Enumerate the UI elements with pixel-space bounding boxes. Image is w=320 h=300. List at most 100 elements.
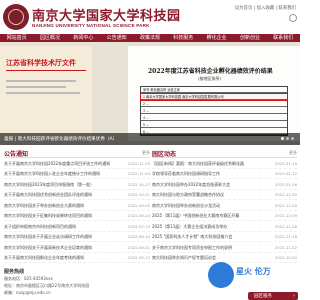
list-item[interactable]: 关于南京大学科技园专项资金申报工作的说明 2022-11-02 bbox=[152, 242, 297, 253]
list-item-title[interactable]: 南京大学科技园关于开展高新技术企业培育的通知 bbox=[4, 245, 116, 251]
list-item[interactable]: 南大科技园与地方政府签署战略合作协议 2022-12-30 bbox=[152, 190, 297, 200]
list-item-date: 2022-06-01 bbox=[127, 244, 150, 250]
banner-caption[interactable]: 喜报 | 南大科技园获评省孵化器绩效评价结果优秀（A） bbox=[4, 136, 117, 142]
chevron-right-icon: › bbox=[293, 293, 295, 299]
notice-list: 关于开展南京大学科技园2022年度重点项目评选工作的通知 2022-11-25 关于… bbox=[4, 158, 150, 263]
list-item[interactable]: 2025（第11届）中国创新创业大赛南京赛区开幕 2022-12-09 bbox=[152, 211, 297, 221]
list-item-date: 2022-10-27 bbox=[127, 181, 150, 187]
list-item-date: 2022-05-12 bbox=[127, 255, 150, 260]
list-item[interactable]: 南京大学科技园2023年度项目申报指南（第一批） 2022-10-27 bbox=[4, 179, 150, 190]
list-item[interactable]: 南京大学科技园关于开展高新技术企业培育的通知 2022-06-01 bbox=[4, 242, 150, 253]
list-item-title[interactable]: 南大科技园举办知识产权专题培训会 bbox=[152, 255, 264, 261]
list-item-title[interactable]: 南京大学科技园举办2022年度总结表彰大会 bbox=[152, 182, 264, 188]
results-table: 序号 孵化器名称 运营主体 1 南京大学国家大学科技园 南京大学科技园发展有限公… bbox=[140, 86, 288, 136]
list-item[interactable]: 南京大学科技园举办创新创业沙龙活动 2022-12-20 bbox=[152, 200, 297, 211]
list-item-date: 2023-01-06 bbox=[274, 181, 297, 187]
nav-item-innovation[interactable]: 创新创业 bbox=[233, 34, 266, 42]
park-services-label: 园区服务 bbox=[254, 294, 272, 299]
left-doc-title: 江苏省科学技术厅文件 bbox=[6, 58, 76, 67]
table-row: 5 ... bbox=[141, 122, 287, 128]
list-item-date: 2022-11-28 bbox=[274, 223, 297, 229]
list-item[interactable]: 南京大学科技园举办2022年度总结表彰大会 2023-01-06 bbox=[152, 179, 297, 190]
banner-caption-bar[interactable]: 喜报 | 南大科技园获评省孵化器绩效评价结果优秀（A） bbox=[0, 133, 300, 145]
brand-name-en: NANJING UNIVERSITY NATIONAL SCIENCE PARK bbox=[32, 23, 150, 28]
park-services-button[interactable]: 园区服务 › bbox=[248, 292, 298, 300]
list-item-title[interactable]: 南京大学科技园关于举办创新创业大赛的通知 bbox=[4, 203, 116, 209]
nav-item-notices[interactable]: 公告通知 bbox=[100, 34, 133, 42]
list-item[interactable]: 2025 "国家科技人才计划" 南大科技园推介会 2022-11-18 bbox=[152, 232, 297, 242]
notices-header: 公告通知 更多 bbox=[4, 148, 150, 158]
list-item-title[interactable]: 2025 "国家科技人才计划" 南大科技园推介会 bbox=[152, 234, 264, 240]
list-item[interactable]: 关于开展南京大学科技园2022年度重点项目评选工作的通知 2022-11-25 bbox=[4, 158, 150, 169]
nav-item-incubation[interactable]: 孵化企业 bbox=[200, 34, 233, 42]
hero-banner[interactable]: 江苏省科学技术厅文件 2022年度江苏省科技企业孵化器绩效评价结果 (按地区排序… bbox=[0, 42, 300, 145]
brand-name-cn[interactable]: 南京大学国家大学科技园 bbox=[32, 5, 181, 24]
table-row-highlighted: 1 南京大学国家大学科技园 南京大学科技园发展有限公司 bbox=[140, 93, 288, 101]
list-item[interactable]: 【园区新闻】喜报：南大科技园获评省级优秀孵化器 2023-01-19 bbox=[152, 158, 297, 169]
service-email: 邮箱：nusp@nju.edu.cn bbox=[4, 290, 51, 295]
nav-item-news[interactable]: 新闻中心 bbox=[67, 34, 100, 42]
list-item-title[interactable]: 南京大学科技园关于开展企业走访调研工作的通知 bbox=[4, 234, 116, 240]
list-item[interactable]: 南京大学科技园关于举办创新创业大赛的通知 2022-09-05 bbox=[4, 200, 150, 211]
list-item-title[interactable]: 南京大学科技园2023年度项目申报指南（第一批） bbox=[4, 182, 116, 188]
list-item-title[interactable]: 关于开展南大科技园优秀创新创业团队评选的通知 bbox=[4, 192, 116, 198]
list-item[interactable]: 关于组织申报南京市科技创新项目的通知 2022-07-15 bbox=[4, 221, 150, 232]
search-icon[interactable] bbox=[289, 14, 297, 22]
list-item-date: 2022-07-15 bbox=[127, 223, 150, 229]
banner-document-left: 江苏省科学技术厅文件 bbox=[0, 46, 92, 141]
list-item-title[interactable]: 2025（第11届）大赛企业组决赛成功举办 bbox=[152, 224, 264, 230]
service-phone: 服务电话：025-83593xxx bbox=[4, 276, 53, 281]
list-item-date: 2023-01-12 bbox=[274, 171, 297, 176]
news-section: 园区动态 更多 【园区新闻】喜报：南大科技园获评省级优秀孵化器 2023-01-1… bbox=[152, 148, 297, 263]
list-item-date: 2022-10-21 bbox=[127, 192, 150, 197]
list-item[interactable]: 南大科技园举办知识产权专题培训会 2022-10-20 bbox=[152, 253, 297, 263]
top-links[interactable]: 设为首页 | 加入收藏 | 联系我们 bbox=[235, 5, 296, 11]
list-item-date: 2022-12-09 bbox=[274, 213, 297, 218]
banner-document-right: 2022年度江苏省科技企业孵化器绩效评价结果 (按地区排序) 序号 孵化器名称 … bbox=[128, 46, 300, 141]
list-item-title[interactable]: 【园区新闻】喜报：南大科技园获评省级优秀孵化器 bbox=[152, 161, 264, 167]
nav-item-contact[interactable]: 联系我们 bbox=[267, 34, 300, 42]
notices-more-link[interactable]: 更多 bbox=[142, 150, 150, 156]
table-row: 2 ... bbox=[141, 101, 287, 107]
news-more-link[interactable]: 更多 bbox=[289, 150, 297, 156]
nav-item-about[interactable]: 园区概况 bbox=[33, 34, 66, 42]
list-item-date: 2022-10-20 bbox=[274, 255, 297, 260]
main-nav: 网站首页 园区概况 新闻中心 公告通知 政策法规 科技服务 孵化企业 创新创业 … bbox=[0, 34, 300, 42]
left-doc-text-line bbox=[6, 86, 66, 88]
list-item-title[interactable]: 关于组织申报南京市科技创新项目的通知 bbox=[4, 224, 116, 230]
carousel-dot[interactable] bbox=[281, 137, 284, 140]
list-item-title[interactable]: 2025（第11届）中国创新创业大赛南京赛区开幕 bbox=[152, 213, 264, 219]
list-item-date: 2022-09-05 bbox=[127, 202, 150, 208]
university-logo[interactable] bbox=[3, 4, 29, 30]
list-item-title[interactable]: 关于开展南京大学科技园入驻企业年度统计工作的通知 bbox=[4, 171, 116, 177]
notices-title: 公告通知 bbox=[4, 151, 29, 158]
list-item-title[interactable]: 南京大学科技园关于征集科技成果转化项目的通知 bbox=[4, 213, 116, 219]
list-item-title[interactable]: 关于开展南京大学科技园2022年度重点项目评选工作的通知 bbox=[4, 161, 116, 167]
list-item[interactable]: 关于开展南京大学科技园入驻企业年度统计工作的通知 2022-11-04 bbox=[4, 169, 150, 179]
carousel-dot[interactable] bbox=[291, 137, 294, 140]
list-item-title[interactable]: 南大科技园与地方政府签署战略合作协议 bbox=[152, 192, 264, 198]
watermark-text: 星火 伦万 bbox=[236, 267, 271, 276]
list-item-title[interactable]: 学校领导莅临南大科技园调研指导工作 bbox=[152, 171, 264, 177]
list-item-title[interactable]: 南京大学科技园举办创新创业沙龙活动 bbox=[152, 203, 264, 209]
list-item[interactable]: 关于开展南大科技园孵化企业年度考核的通知 2022-05-12 bbox=[4, 253, 150, 263]
list-item-title[interactable]: 关于开展南大科技园孵化企业年度考核的通知 bbox=[4, 255, 116, 261]
list-item[interactable]: 南京大学科技园关于征集科技成果转化项目的通知 2022-08-24 bbox=[4, 211, 150, 221]
list-item[interactable]: 南京大学科技园关于开展企业走访调研工作的通知 2022-06-10 bbox=[4, 232, 150, 242]
list-item[interactable]: 学校领导莅临南大科技园调研指导工作 2023-01-12 bbox=[152, 169, 297, 179]
list-item-date: 2022-08-24 bbox=[127, 213, 150, 218]
carousel-dots bbox=[281, 137, 294, 140]
list-item[interactable]: 关于开展南大科技园优秀创新创业团队评选的通知 2022-10-21 bbox=[4, 190, 150, 200]
nav-item-services[interactable]: 科技服务 bbox=[167, 34, 200, 42]
list-item-date: 2022-11-02 bbox=[274, 244, 297, 250]
list-item[interactable]: 2025（第11届）大赛企业组决赛成功举办 2022-11-28 bbox=[152, 221, 297, 232]
list-item-date: 2022-06-10 bbox=[127, 234, 150, 239]
news-list: 【园区新闻】喜报：南大科技园获评省级优秀孵化器 2023-01-19 学校领导莅临南… bbox=[152, 158, 297, 263]
nav-item-policy[interactable]: 政策法规 bbox=[133, 34, 166, 42]
carousel-dot[interactable] bbox=[286, 137, 289, 140]
nav-item-home[interactable]: 网站首页 bbox=[0, 34, 33, 42]
list-item-date: 2022-12-30 bbox=[274, 192, 297, 197]
list-item-title[interactable]: 关于南京大学科技园专项资金申报工作的说明 bbox=[152, 245, 264, 251]
table-row: 3 ... bbox=[141, 108, 287, 114]
right-doc-title: 2022年度江苏省科技企业孵化器绩效评价结果 bbox=[148, 68, 273, 75]
